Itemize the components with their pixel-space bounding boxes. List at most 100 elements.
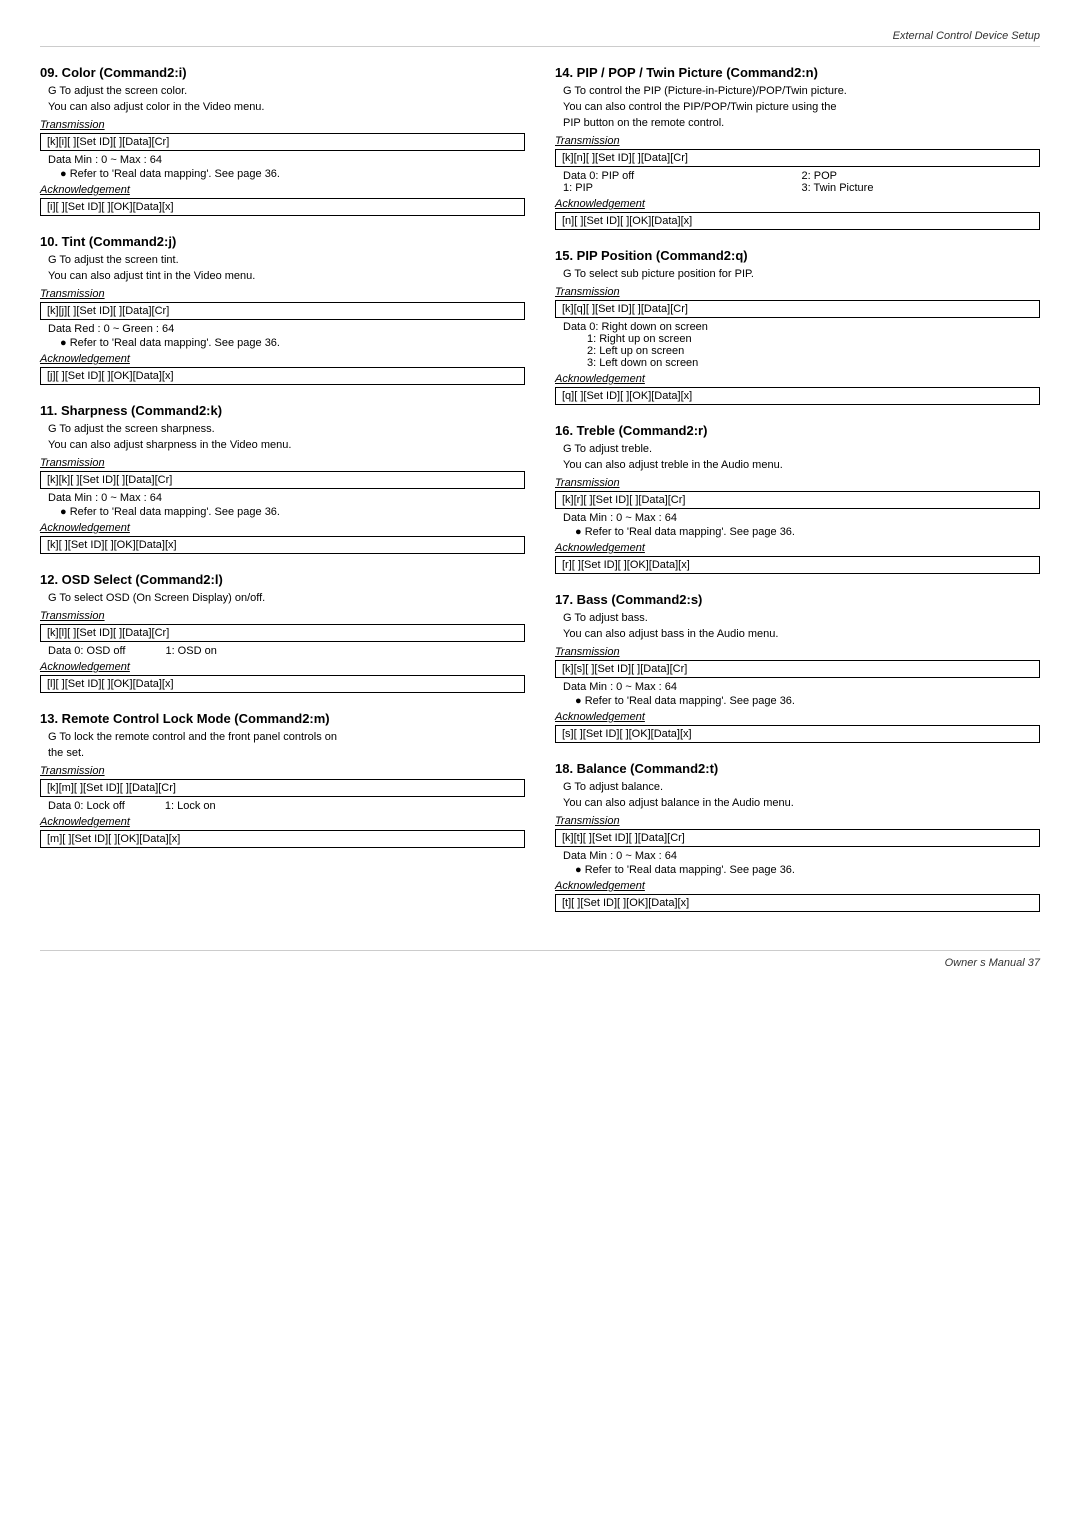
section-16-bullet: ● Refer to 'Real data mapping'. See page… xyxy=(575,526,1040,538)
section-15-ack-label: Acknowledgement xyxy=(555,373,1040,385)
section-09-data: Data Min : 0 ~ Max : 64 xyxy=(48,154,525,166)
section-13-ack-code: [m][ ][Set ID][ ][OK][Data][x] xyxy=(40,830,525,848)
section-14-data-table: Data 0: PIP off 2: POP 1: PIP 3: Twin Pi… xyxy=(563,170,1040,194)
header-title: External Control Device Setup xyxy=(893,30,1040,42)
section-09-bullet: ● Refer to 'Real data mapping'. See page… xyxy=(60,168,525,180)
section-09-ack-code: [i][ ][Set ID][ ][OK][Data][x] xyxy=(40,198,525,216)
section-18-transmission-code: [k][t][ ][Set ID][ ][Data][Cr] xyxy=(555,829,1040,847)
section-16-transmission-code: [k][r][ ][Set ID][ ][Data][Cr] xyxy=(555,491,1040,509)
section-18-desc2: You can also adjust balance in the Audio… xyxy=(563,797,1040,809)
section-17-title: 17. Bass (Command2:s) xyxy=(555,592,1040,607)
section-13: 13. Remote Control Lock Mode (Command2:m… xyxy=(40,711,525,848)
section-10-transmission-label: Transmission xyxy=(40,288,525,300)
section-14: 14. PIP / POP / Twin Picture (Command2:n… xyxy=(555,65,1040,230)
page-header: External Control Device Setup xyxy=(40,30,1040,47)
section-15: 15. PIP Position (Command2:q) G To selec… xyxy=(555,248,1040,405)
section-16-desc1: G To adjust treble. xyxy=(563,443,1040,455)
section-18-data: Data Min : 0 ~ Max : 64 xyxy=(563,850,1040,862)
section-10-title: 10. Tint (Command2:j) xyxy=(40,234,525,249)
section-10-desc1: G To adjust the screen tint. xyxy=(48,254,525,266)
section-13-desc2: the set. xyxy=(48,747,525,759)
section-13-title: 13. Remote Control Lock Mode (Command2:m… xyxy=(40,711,525,726)
section-14-desc3: PIP button on the remote control. xyxy=(563,117,1040,129)
section-09-desc2: You can also adjust color in the Video m… xyxy=(48,101,525,113)
section-18-title: 18. Balance (Command2:t) xyxy=(555,761,1040,776)
section-12-desc1: G To select OSD (On Screen Display) on/o… xyxy=(48,592,525,604)
section-18-ack-label: Acknowledgement xyxy=(555,880,1040,892)
section-09-transmission-code: [k][i][ ][Set ID][ ][Data][Cr] xyxy=(40,133,525,151)
section-11-data: Data Min : 0 ~ Max : 64 xyxy=(48,492,525,504)
section-17-ack-code: [s][ ][Set ID][ ][OK][Data][x] xyxy=(555,725,1040,743)
section-14-data-left: Data 0: PIP off xyxy=(563,170,802,182)
section-16-transmission-label: Transmission xyxy=(555,477,1040,489)
section-11-bullet: ● Refer to 'Real data mapping'. See page… xyxy=(60,506,525,518)
section-15-transmission-code: [k][q][ ][Set ID][ ][Data][Cr] xyxy=(555,300,1040,318)
section-13-data-right: 1: Lock on xyxy=(165,800,216,812)
section-15-title: 15. PIP Position (Command2:q) xyxy=(555,248,1040,263)
section-12: 12. OSD Select (Command2:l) G To select … xyxy=(40,572,525,693)
section-17: 17. Bass (Command2:s) G To adjust bass. … xyxy=(555,592,1040,743)
section-17-ack-label: Acknowledgement xyxy=(555,711,1040,723)
section-18-ack-code: [t][ ][Set ID][ ][OK][Data][x] xyxy=(555,894,1040,912)
section-09-transmission-label: Transmission xyxy=(40,119,525,131)
section-18-transmission-label: Transmission xyxy=(555,815,1040,827)
section-18: 18. Balance (Command2:t) G To adjust bal… xyxy=(555,761,1040,912)
section-12-transmission-label: Transmission xyxy=(40,610,525,622)
section-13-desc1: G To lock the remote control and the fro… xyxy=(48,731,525,743)
section-11-desc1: G To adjust the screen sharpness. xyxy=(48,423,525,435)
section-10: 10. Tint (Command2:j) G To adjust the sc… xyxy=(40,234,525,385)
section-12-data-table: Data 0: OSD off 1: OSD on xyxy=(48,645,525,657)
section-14-ack-label: Acknowledgement xyxy=(555,198,1040,210)
right-column: 14. PIP / POP / Twin Picture (Command2:n… xyxy=(555,65,1040,930)
section-09: 09. Color (Command2:i) G To adjust the s… xyxy=(40,65,525,216)
content-columns: 09. Color (Command2:i) G To adjust the s… xyxy=(40,65,1040,930)
section-16-data: Data Min : 0 ~ Max : 64 xyxy=(563,512,1040,524)
section-09-ack-label: Acknowledgement xyxy=(40,184,525,196)
section-11-transmission-code: [k][k][ ][Set ID][ ][Data][Cr] xyxy=(40,471,525,489)
section-13-ack-label: Acknowledgement xyxy=(40,816,525,828)
page-footer: Owner s Manual 37 xyxy=(40,950,1040,969)
section-13-transmission-label: Transmission xyxy=(40,765,525,777)
section-10-data: Data Red : 0 ~ Green : 64 xyxy=(48,323,525,335)
section-12-data-left: Data 0: OSD off xyxy=(48,645,125,657)
section-17-data: Data Min : 0 ~ Max : 64 xyxy=(563,681,1040,693)
section-15-data-3: 3: Left down on screen xyxy=(587,357,1040,369)
section-16: 16. Treble (Command2:r) G To adjust treb… xyxy=(555,423,1040,574)
footer-text: Owner s Manual 37 xyxy=(945,957,1040,969)
section-17-desc1: G To adjust bass. xyxy=(563,612,1040,624)
section-11-title: 11. Sharpness (Command2:k) xyxy=(40,403,525,418)
section-10-transmission-code: [k][j][ ][Set ID][ ][Data][Cr] xyxy=(40,302,525,320)
section-12-ack-label: Acknowledgement xyxy=(40,661,525,673)
page: External Control Device Setup 09. Color … xyxy=(0,0,1080,1528)
section-11: 11. Sharpness (Command2:k) G To adjust t… xyxy=(40,403,525,554)
section-15-desc1: G To select sub picture position for PIP… xyxy=(563,268,1040,280)
section-13-data-table: Data 0: Lock off 1: Lock on xyxy=(48,800,525,812)
section-12-data-right: 1: OSD on xyxy=(165,645,216,657)
section-16-desc2: You can also adjust treble in the Audio … xyxy=(563,459,1040,471)
section-14-data-right: 2: POP xyxy=(802,170,1041,182)
section-11-desc2: You can also adjust sharpness in the Vid… xyxy=(48,439,525,451)
section-14-ack-code: [n][ ][Set ID][ ][OK][Data][x] xyxy=(555,212,1040,230)
section-16-title: 16. Treble (Command2:r) xyxy=(555,423,1040,438)
section-13-transmission-code: [k][m][ ][Set ID][ ][Data][Cr] xyxy=(40,779,525,797)
section-15-data-list: Data 0: Right down on screen 1: Right up… xyxy=(563,321,1040,369)
section-17-transmission-label: Transmission xyxy=(555,646,1040,658)
section-10-ack-code: [j][ ][Set ID][ ][OK][Data][x] xyxy=(40,367,525,385)
section-15-data-2: 2: Left up on screen xyxy=(587,345,1040,357)
section-10-ack-label: Acknowledgement xyxy=(40,353,525,365)
section-15-ack-code: [q][ ][Set ID][ ][OK][Data][x] xyxy=(555,387,1040,405)
section-15-transmission-label: Transmission xyxy=(555,286,1040,298)
section-12-transmission-code: [k][l][ ][Set ID][ ][Data][Cr] xyxy=(40,624,525,642)
section-17-transmission-code: [k][s][ ][Set ID][ ][Data][Cr] xyxy=(555,660,1040,678)
section-09-desc1: G To adjust the screen color. xyxy=(48,85,525,97)
section-14-data-right2: 3: Twin Picture xyxy=(802,182,1041,194)
section-17-bullet: ● Refer to 'Real data mapping'. See page… xyxy=(575,695,1040,707)
section-14-transmission-code: [k][n][ ][Set ID][ ][Data][Cr] xyxy=(555,149,1040,167)
section-09-title: 09. Color (Command2:i) xyxy=(40,65,525,80)
section-14-desc2: You can also control the PIP/POP/Twin pi… xyxy=(563,101,1040,113)
section-11-transmission-label: Transmission xyxy=(40,457,525,469)
section-12-ack-code: [l][ ][Set ID][ ][OK][Data][x] xyxy=(40,675,525,693)
section-14-data-left2: 1: PIP xyxy=(563,182,802,194)
section-16-ack-label: Acknowledgement xyxy=(555,542,1040,554)
section-10-bullet: ● Refer to 'Real data mapping'. See page… xyxy=(60,337,525,349)
